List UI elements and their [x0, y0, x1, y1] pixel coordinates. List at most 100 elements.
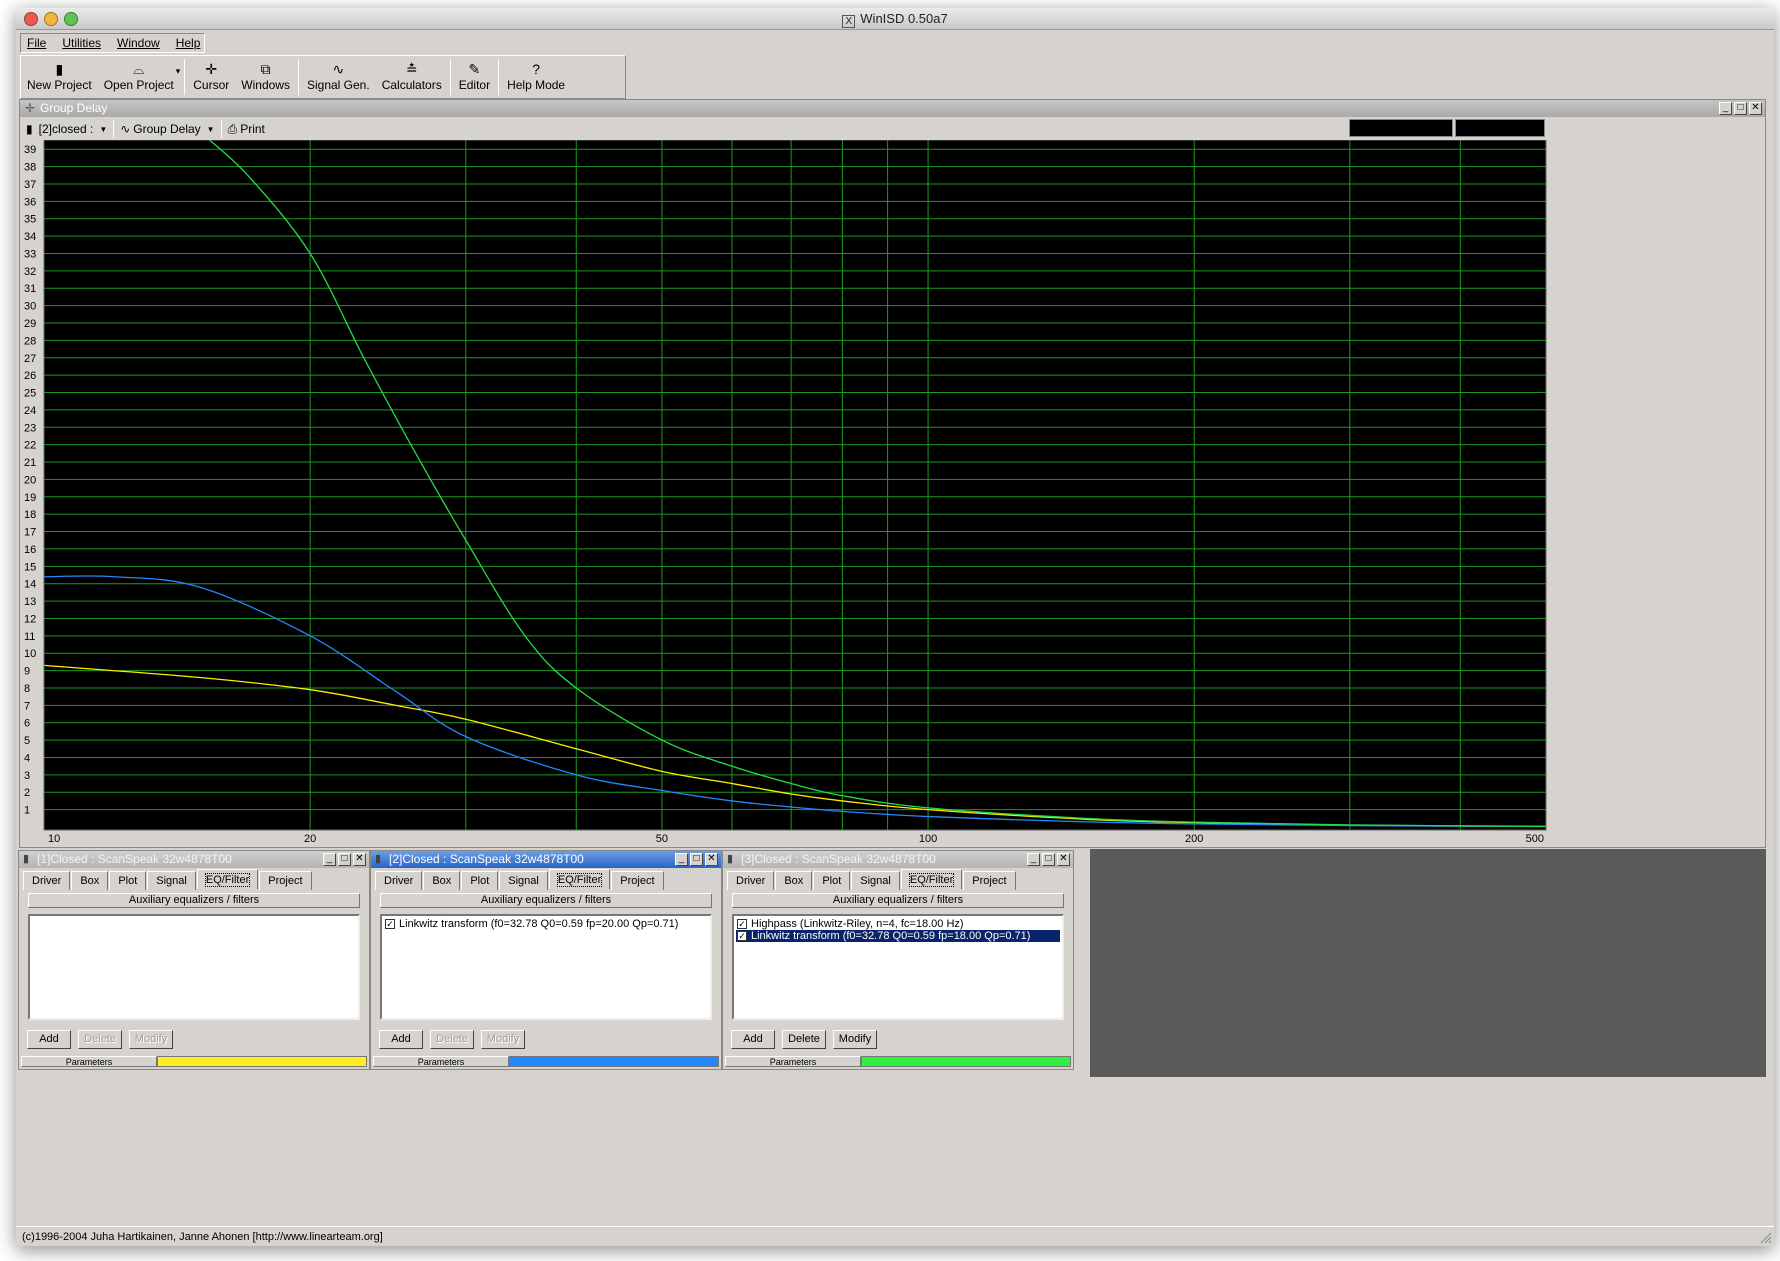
tab-driver[interactable]: Driver [727, 871, 775, 890]
menu-window[interactable]: Window [117, 36, 160, 50]
tab-signal[interactable]: Signal [147, 871, 196, 890]
tab-eq-filter[interactable]: EQ/Filter [548, 869, 611, 889]
tab-project[interactable]: Project [259, 871, 312, 890]
filter-item[interactable]: ✓ Linkwitz transform (f0=32.78 Q0=0.59 fp… [736, 930, 1060, 942]
project-selector[interactable]: ▮ [2]closed : ▼ [20, 119, 113, 139]
delete-button[interactable]: Delete [782, 1030, 826, 1049]
tab-plot[interactable]: Plot [461, 871, 499, 890]
y-tick-label: 6 [24, 718, 30, 730]
tab-plot[interactable]: Plot [813, 871, 851, 890]
close-icon[interactable]: ✕ [1057, 853, 1070, 866]
menu-help[interactable]: Help [176, 36, 201, 50]
tab-project[interactable]: Project [963, 871, 1016, 890]
maximize-icon[interactable]: □ [690, 853, 703, 866]
tab-box[interactable]: Box [71, 871, 109, 890]
menu-file[interactable]: File [27, 36, 46, 50]
y-tick-label: 11 [24, 631, 35, 643]
help-mode-button[interactable]: ? Help Mode [501, 56, 571, 98]
project-color-swatch[interactable] [157, 1056, 367, 1067]
filter-buttons: Add Delete Modify [379, 1030, 525, 1049]
parameters-button[interactable]: Parameters [725, 1056, 861, 1067]
add-button[interactable]: Add [379, 1030, 423, 1049]
project-panel-1: ▮ [1]Closed : ScanSpeak 32w4878T00 _ □ ✕ Driv… [18, 850, 370, 1070]
resize-grip-icon[interactable] [1758, 1230, 1772, 1244]
chevron-down-icon[interactable]: ▼ [207, 125, 215, 134]
filter-item[interactable]: ✓ Highpass (Linkwitz-Riley, n=4, fc=18.00… [736, 918, 1060, 930]
tab-box[interactable]: Box [423, 871, 461, 890]
modify-button[interactable]: Modify [481, 1030, 525, 1049]
project-color-swatch[interactable] [861, 1056, 1071, 1067]
toolbar-separator [297, 59, 299, 95]
windows-button[interactable]: ⧉ Windows [235, 56, 296, 98]
project-title-bar[interactable]: ▮ [1]Closed : ScanSpeak 32w4878T00 _ □ ✕ [19, 851, 369, 868]
tab-label: Plot [470, 875, 490, 887]
group-delay-window-controls: _ □ ✕ [1719, 102, 1762, 115]
cursor-icon: ✛ [205, 61, 218, 77]
tab-box[interactable]: Box [775, 871, 813, 890]
tab-label: Signal [860, 875, 891, 887]
filters-list[interactable]: ✓ Highpass (Linkwitz-Riley, n=4, fc=18.00… [732, 914, 1064, 1020]
filter-checkbox[interactable]: ✓ [737, 931, 747, 941]
signal-gen-button[interactable]: ∿ Signal Gen. [301, 56, 376, 98]
tab-signal[interactable]: Signal [851, 871, 900, 890]
toolbar-separator [449, 59, 451, 95]
title-bar: X WinISD 0.50a7 [16, 8, 1774, 30]
add-button[interactable]: Add [27, 1030, 71, 1049]
add-button[interactable]: Add [731, 1030, 775, 1049]
close-icon[interactable]: ✕ [705, 853, 718, 866]
tab-eq-filter[interactable]: EQ/Filter [196, 869, 259, 889]
project-title-bar[interactable]: ▮ [2]Closed : ScanSpeak 32w4878T00 _ □ ✕ [371, 851, 721, 868]
maximize-icon[interactable]: □ [1734, 102, 1747, 115]
y-tick-label: 5 [24, 735, 30, 747]
tab-label: Box [784, 875, 804, 887]
print-button[interactable]: ⎙ Print [222, 119, 271, 139]
delete-button[interactable]: Delete [78, 1030, 122, 1049]
tab-signal[interactable]: Signal [499, 871, 548, 890]
open-project-button[interactable]: ⌓ Open Project [98, 56, 180, 98]
plot-type-selector[interactable]: ∿ Group Delay ▼ [114, 119, 220, 139]
filter-item[interactable]: ✓ Linkwitz transform (f0=32.78 Q0=0.59 fp… [384, 918, 708, 930]
filters-list[interactable] [28, 914, 360, 1020]
plot-type-value: Group Delay [133, 122, 201, 136]
editor-button[interactable]: ✎ Editor [453, 56, 496, 98]
project-title-bar[interactable]: ▮ [3]Closed : ScanSpeak 32w4878T00 _ □ ✕ [723, 851, 1073, 868]
parameters-button[interactable]: Parameters [21, 1056, 157, 1067]
modify-button[interactable]: Modify [833, 1030, 877, 1049]
calculators-button[interactable]: ≛ Calculators [376, 56, 448, 98]
parameters-button[interactable]: Parameters [373, 1056, 509, 1067]
tab-driver[interactable]: Driver [23, 871, 71, 890]
minimize-icon[interactable]: _ [1027, 853, 1040, 866]
open-project-dropdown-icon[interactable]: ▾ [176, 66, 181, 98]
y-tick-label: 13 [24, 596, 36, 608]
close-icon[interactable]: ✕ [353, 853, 366, 866]
editor-icon: ✎ [468, 61, 481, 77]
tab-eq-filter[interactable]: EQ/Filter [900, 869, 963, 889]
minimize-icon[interactable]: _ [1719, 102, 1732, 115]
toolbar-label: Help Mode [507, 78, 566, 92]
maximize-icon[interactable]: □ [1042, 853, 1055, 866]
menu-utilities[interactable]: Utilities [62, 36, 101, 50]
modify-button[interactable]: Modify [129, 1030, 173, 1049]
delete-button[interactable]: Delete [430, 1030, 474, 1049]
group-delay-title-bar[interactable]: ✛ Group Delay _ □ ✕ [20, 100, 1765, 117]
tab-project[interactable]: Project [611, 871, 664, 890]
filter-checkbox[interactable]: ✓ [737, 919, 747, 929]
group-delay-chart[interactable]: 1234567891011121314151617181920212223242… [22, 140, 1550, 848]
minimize-icon[interactable]: _ [323, 853, 336, 866]
close-icon[interactable]: ✕ [1749, 102, 1762, 115]
cursor-button[interactable]: ✛ Cursor [187, 56, 235, 98]
tab-driver[interactable]: Driver [375, 871, 423, 890]
new-project-button[interactable]: ▮ New Project [21, 56, 98, 98]
minimize-icon[interactable]: _ [675, 853, 688, 866]
filter-checkbox[interactable]: ✓ [385, 919, 395, 929]
y-tick-label: 1 [24, 805, 30, 817]
tab-label: EQ/Filter [204, 873, 251, 887]
y-tick-label: 31 [24, 283, 36, 295]
chevron-down-icon[interactable]: ▼ [99, 125, 107, 134]
tab-plot[interactable]: Plot [109, 871, 147, 890]
y-tick-label: 17 [24, 527, 36, 539]
maximize-icon[interactable]: □ [338, 853, 351, 866]
open-folder-icon: ⌓ [133, 61, 145, 77]
filters-list[interactable]: ✓ Linkwitz transform (f0=32.78 Q0=0.59 fp… [380, 914, 712, 1020]
project-color-swatch[interactable] [509, 1056, 719, 1067]
